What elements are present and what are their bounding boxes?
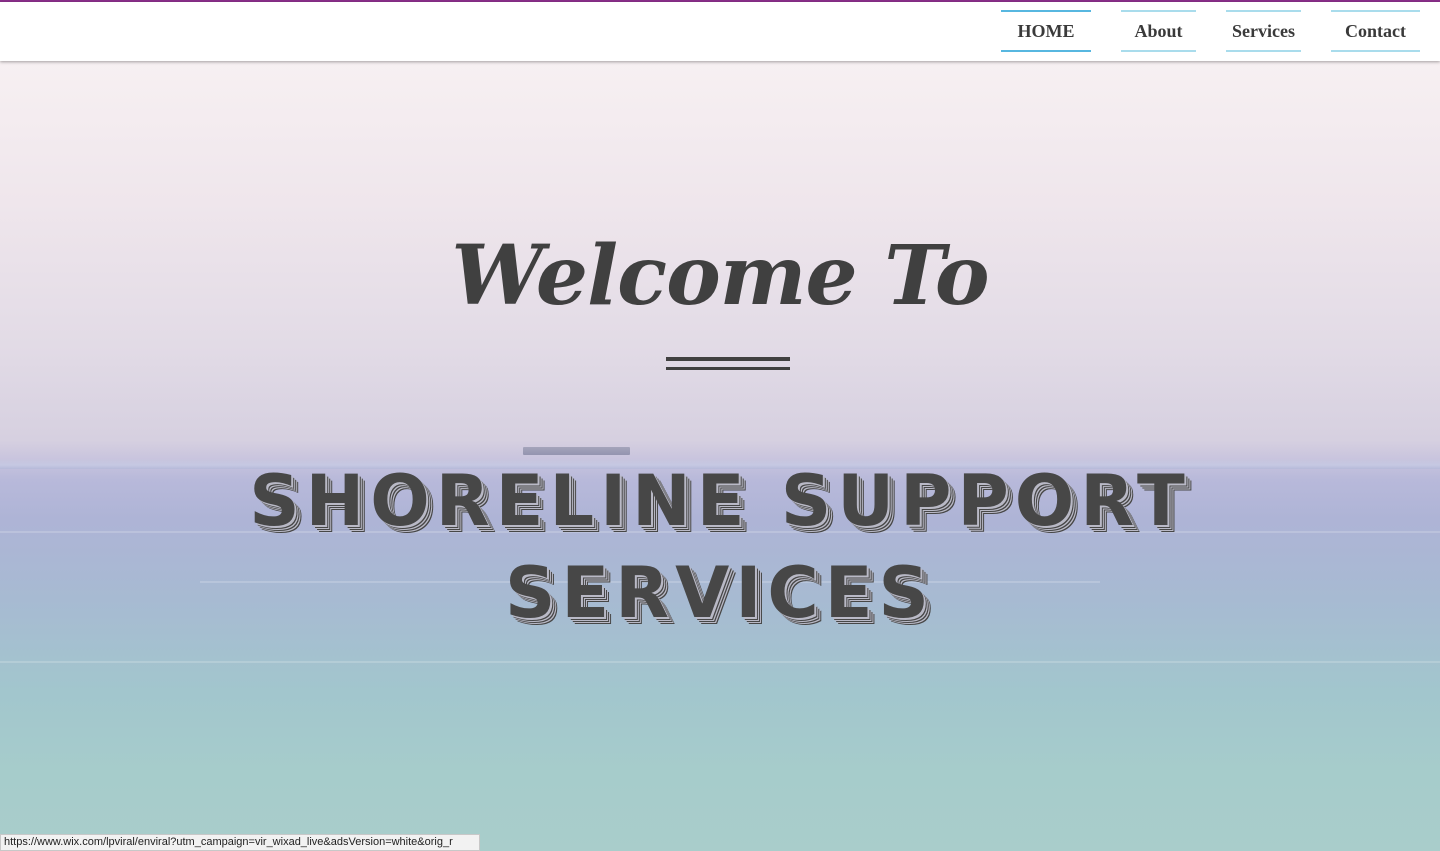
double-line-divider — [666, 357, 790, 370]
site-title-line1: SHORELINE SUPPORT — [249, 460, 1191, 542]
page: HOME About Services Contact Welcome To S… — [0, 0, 1440, 851]
distant-ship — [523, 447, 630, 455]
nav-item-about[interactable]: About — [1121, 10, 1196, 52]
welcome-heading: Welcome To — [451, 228, 989, 324]
nav-item-services[interactable]: Services — [1226, 10, 1301, 52]
site-title-line2: SERVICES — [505, 552, 935, 634]
wave-streak — [0, 661, 1440, 663]
main-nav: HOME About Services Contact — [1001, 10, 1420, 52]
site-title: SHORELINE SUPPORT SERVICES — [0, 455, 1440, 639]
status-bar-url: https://www.wix.com/lpviral/enviral?utm_… — [0, 834, 480, 851]
nav-item-contact[interactable]: Contact — [1331, 10, 1420, 52]
nav-item-home[interactable]: HOME — [1001, 10, 1091, 52]
site-header: HOME About Services Contact — [0, 2, 1440, 61]
